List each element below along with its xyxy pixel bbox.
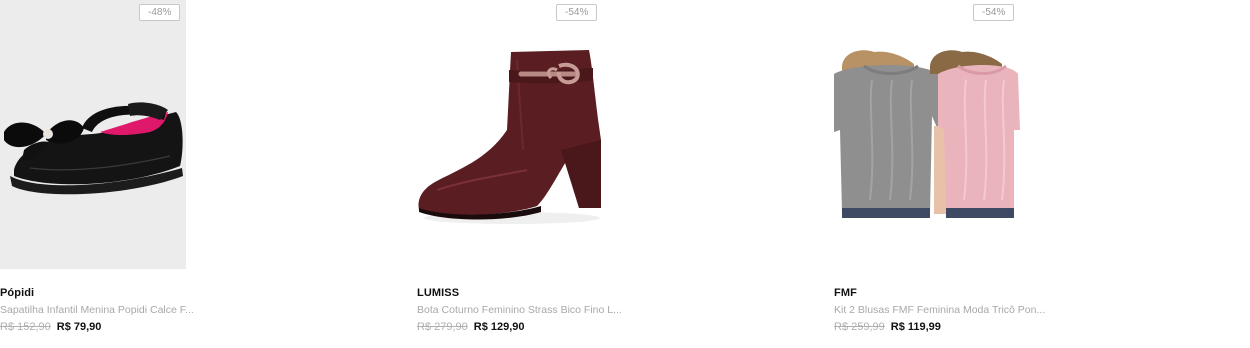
price-row: R$ 279,90 R$ 129,90 xyxy=(417,321,525,333)
product-brand[interactable]: FMF xyxy=(834,287,857,299)
black-flat-shoe-image xyxy=(0,0,186,269)
product-brand[interactable]: LUMISS xyxy=(417,287,459,299)
product-title[interactable]: Kit 2 Blusas FMF Feminina Moda Tricô Pon… xyxy=(834,304,1049,316)
old-price: R$ 279,90 xyxy=(417,321,468,333)
product-card[interactable]: -54% LUMISS Bota Coturno Feminino Strass… xyxy=(417,0,817,348)
product-title[interactable]: Sapatilha Infantil Menina Popidi Calce F… xyxy=(0,304,215,316)
product-title[interactable]: Bota Coturno Feminino Strass Bico Fino L… xyxy=(417,304,632,316)
current-price: R$ 129,90 xyxy=(473,321,525,333)
product-image[interactable] xyxy=(834,0,1020,269)
burgundy-boot-image xyxy=(417,0,603,269)
price-row: R$ 259,99 R$ 119,99 xyxy=(834,321,941,333)
product-grid: -48% Pópidi Sapatilha Infantil Menina Po… xyxy=(0,0,1250,348)
discount-badge: -54% xyxy=(556,4,598,21)
product-card[interactable]: -54% FMF Kit 2 Blusas FMF Feminina Moda … xyxy=(834,0,1234,348)
discount-badge: -54% xyxy=(973,4,1015,21)
price-row: R$ 152,90 R$ 79,90 xyxy=(0,321,101,333)
current-price: R$ 119,99 xyxy=(890,321,941,333)
product-brand[interactable]: Pópidi xyxy=(0,287,34,299)
product-card[interactable]: -48% Pópidi Sapatilha Infantil Menina Po… xyxy=(0,0,400,348)
old-price: R$ 259,99 xyxy=(834,321,885,333)
discount-badge: -48% xyxy=(139,4,181,21)
old-price: R$ 152,90 xyxy=(0,321,51,333)
knit-blouses-image xyxy=(834,0,1020,269)
product-image[interactable] xyxy=(417,0,603,269)
current-price: R$ 79,90 xyxy=(56,321,102,333)
product-image[interactable] xyxy=(0,0,186,269)
